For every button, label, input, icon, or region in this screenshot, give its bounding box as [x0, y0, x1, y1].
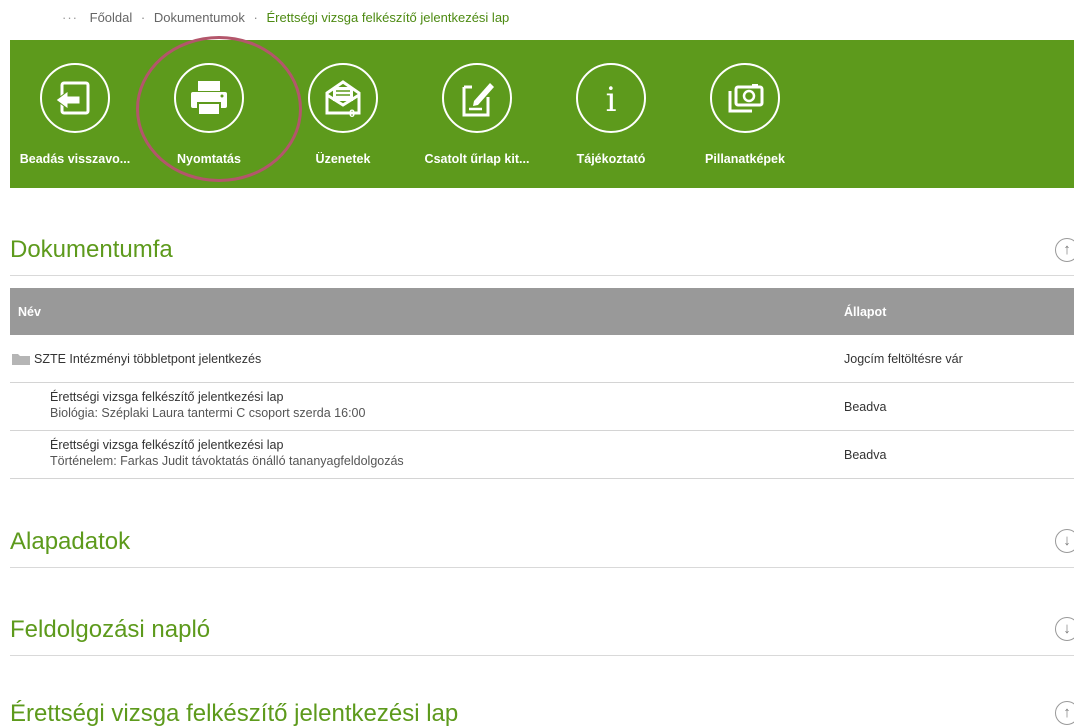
svg-text:i: i: [606, 80, 617, 120]
information-label: Tájékoztató: [576, 152, 646, 166]
document-tree-table: Név Állapot SZTE Intézményi többletpont …: [10, 288, 1074, 479]
edit-document-icon: [442, 63, 512, 133]
expand-arrow-down-icon[interactable]: ↓: [1055, 617, 1074, 641]
breadcrumb-current: Érettségi vizsga felkészítő jelentkezési…: [266, 10, 510, 25]
snapshots-button[interactable]: Pillanatképek: [680, 40, 810, 188]
attached-form-button[interactable]: Csatolt űrlap kit...: [412, 40, 542, 188]
action-toolbar: Beadás visszavo... Nyomtatás 0 Üzenetek: [10, 40, 1074, 188]
row-status: Jogcím feltöltésre vár: [844, 352, 963, 366]
withdraw-submission-label: Beadás visszavo...: [19, 152, 131, 166]
envelope-icon: [308, 63, 378, 133]
row-name: SZTE Intézményi többletpont jelentkezés: [34, 352, 262, 366]
undo-icon: [40, 63, 110, 133]
print-label: Nyomtatás: [177, 152, 241, 166]
table-row[interactable]: Érettségi vizsga felkészítő jelentkezési…: [10, 383, 1074, 431]
section-divider: [10, 567, 1074, 568]
breadcrumb-more[interactable]: ···: [62, 10, 78, 25]
messages-count-badge: 0: [349, 108, 356, 120]
snapshots-label: Pillanatképek: [705, 152, 785, 166]
breadcrumb: ··· Főoldal · Dokumentumok · Érettségi v…: [62, 10, 509, 25]
breadcrumb-home-link[interactable]: Főoldal: [90, 10, 133, 25]
section-divider: [10, 655, 1074, 656]
collapse-arrow-up-icon[interactable]: ↑: [1055, 701, 1074, 725]
print-icon: [174, 63, 244, 133]
section-title-dokumentumfa: Dokumentumfa: [10, 236, 173, 263]
row-status: Beadva: [844, 400, 887, 414]
breadcrumb-separator: ·: [253, 10, 258, 25]
messages-label: Üzenetek: [315, 152, 371, 166]
row-description: Biológia: Széplaki Laura tantermi C csop…: [50, 406, 366, 420]
attached-form-label: Csatolt űrlap kit...: [424, 152, 530, 166]
information-button[interactable]: i Tájékoztató: [546, 40, 676, 188]
breadcrumb-separator: ·: [140, 10, 146, 25]
section-divider: [10, 275, 1074, 276]
column-header-status: Állapot: [844, 305, 887, 319]
section-title-feldolgozasi-naplo[interactable]: Feldolgozási napló: [10, 616, 210, 644]
row-name: Érettségi vizsga felkészítő jelentkezési…: [50, 390, 284, 404]
table-row[interactable]: Érettségi vizsga felkészítő jelentkezési…: [10, 431, 1074, 479]
print-button[interactable]: Nyomtatás: [144, 40, 274, 188]
table-header: Név Állapot: [10, 288, 1074, 335]
folder-icon: [12, 354, 30, 365]
table-row-folder[interactable]: SZTE Intézményi többletpont jelentkezés …: [10, 335, 1074, 383]
messages-button[interactable]: 0 Üzenetek: [278, 40, 408, 188]
row-status: Beadva: [844, 448, 887, 462]
breadcrumb-documents-link[interactable]: Dokumentumok: [154, 10, 245, 25]
info-icon: i: [576, 63, 646, 133]
expand-arrow-down-icon[interactable]: ↓: [1055, 529, 1074, 553]
section-title-erettsegi[interactable]: Érettségi vizsga felkészítő jelentkezési…: [10, 700, 458, 728]
camera-icon: [710, 63, 780, 133]
column-header-name: Név: [18, 305, 41, 319]
collapse-arrow-up-icon[interactable]: ↑: [1055, 238, 1074, 262]
section-title-alapadatok[interactable]: Alapadatok: [10, 528, 130, 556]
withdraw-submission-button[interactable]: Beadás visszavo...: [10, 40, 140, 188]
row-name: Érettségi vizsga felkészítő jelentkezési…: [50, 438, 284, 452]
row-description: Történelem: Farkas Judit távoktatás önál…: [50, 454, 404, 468]
